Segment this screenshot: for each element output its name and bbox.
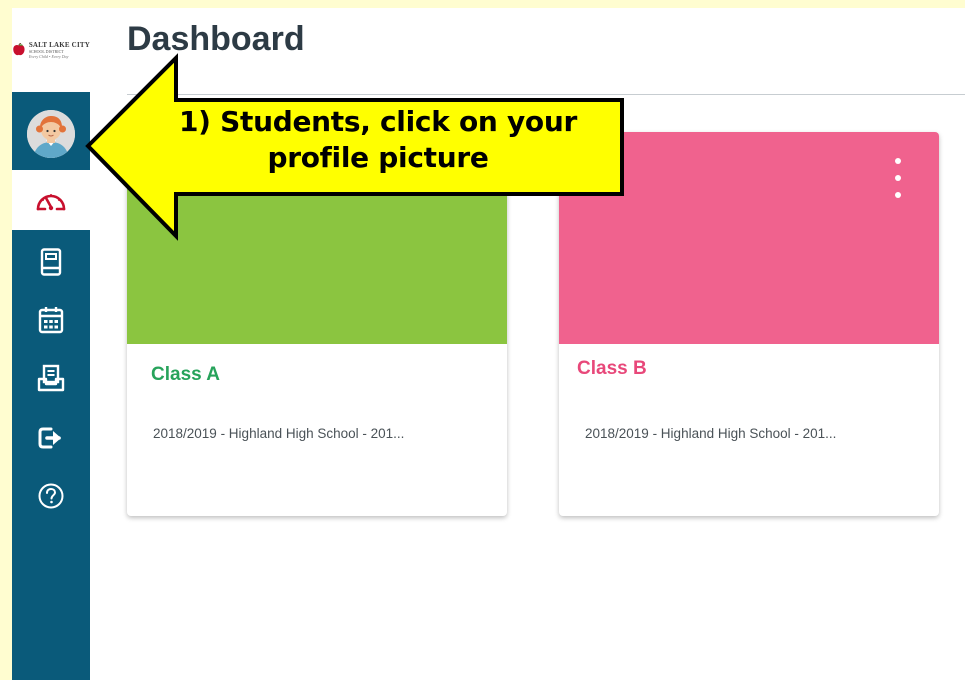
nav-item-help[interactable]: [12, 468, 90, 524]
course-card-hero[interactable]: [127, 132, 507, 344]
nav-item-courses[interactable]: [12, 234, 90, 290]
district-logo[interactable]: SALT LAKE CITY SCHOOL DISTRICT Every Chi…: [12, 8, 90, 92]
profile-avatar-button[interactable]: [27, 110, 75, 158]
calendar-icon: [38, 307, 64, 334]
course-card-term: 2018/2019 - Highland High School - 201..…: [153, 426, 405, 441]
course-card-hero[interactable]: [559, 132, 939, 344]
dashboard-gauge-icon: [36, 194, 66, 211]
nav-item-dashboard[interactable]: [12, 170, 90, 230]
course-card-class-a[interactable]: Class A 2018/2019 - Highland High School…: [127, 132, 507, 516]
nav-item-commons[interactable]: [12, 410, 90, 466]
course-card-class-b[interactable]: Class B 2018/2019 - Highland High School…: [559, 132, 939, 516]
nav-item-inbox[interactable]: [12, 350, 90, 406]
logo-line-2: SCHOOL DISTRICT: [28, 48, 64, 54]
inbox-tray-icon: [37, 364, 65, 392]
book-icon: [40, 248, 62, 276]
header-divider: [127, 94, 965, 95]
help-circle-icon: [38, 483, 64, 509]
logo-line-1: SALT LAKE CITY: [28, 40, 90, 49]
apple-logo-icon: [13, 43, 25, 56]
app-frame: SALT LAKE CITY SCHOOL DISTRICT Every Chi…: [12, 8, 965, 680]
nav-item-calendar[interactable]: [12, 292, 90, 348]
course-card-term: 2018/2019 - Highland High School - 201..…: [585, 426, 837, 441]
page-title: Dashboard: [127, 20, 305, 58]
logo-line-3: Every Child • Every Day: [28, 53, 69, 59]
course-card-title[interactable]: Class A: [151, 364, 220, 386]
kebab-menu-icon[interactable]: [891, 158, 905, 198]
student-avatar-icon: [27, 110, 75, 158]
global-navigation: SALT LAKE CITY SCHOOL DISTRICT Every Chi…: [12, 8, 90, 680]
course-card-title[interactable]: Class B: [577, 358, 647, 380]
logo-wordmark: SALT LAKE CITY SCHOOL DISTRICT Every Chi…: [28, 40, 90, 59]
arrow-right-exit-icon: [38, 427, 61, 449]
dashboard-main: Dashboard Class A 2018/2019 - Highland H…: [90, 8, 965, 680]
